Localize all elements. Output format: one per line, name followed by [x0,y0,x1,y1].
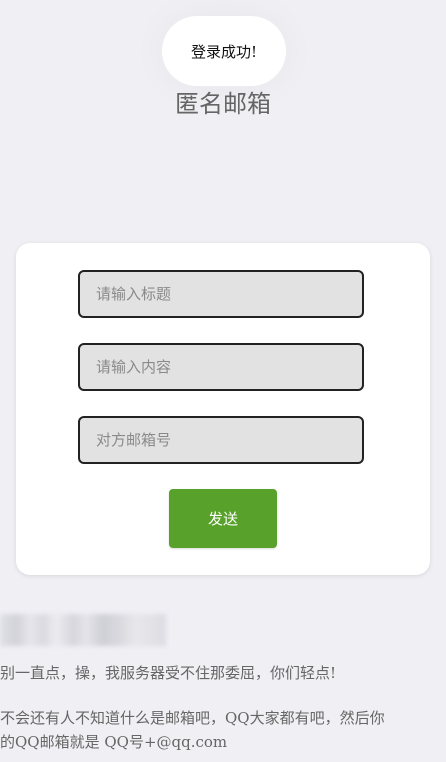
login-success-toast: 登录成功! [162,16,286,86]
toast-message: 登录成功! [190,42,258,61]
help-note-line-1: 不会还有人不知道什么是邮箱吧，QQ大家都有吧，然后你 [0,709,385,727]
help-note-line-2: 的QQ邮箱就是 QQ号+@qq.com [0,733,228,751]
blurred-banner [0,614,166,646]
page-title: 匿名邮箱 [175,90,271,118]
warning-note: 别一直点，操，我服务器受不住那委屈，你们轻点! [0,664,337,682]
send-button[interactable]: 发送 [169,489,277,548]
title-input[interactable] [78,270,364,318]
send-mail-card: 发送 [16,243,430,575]
recipient-email-input[interactable] [78,416,364,464]
content-input[interactable] [78,343,364,391]
